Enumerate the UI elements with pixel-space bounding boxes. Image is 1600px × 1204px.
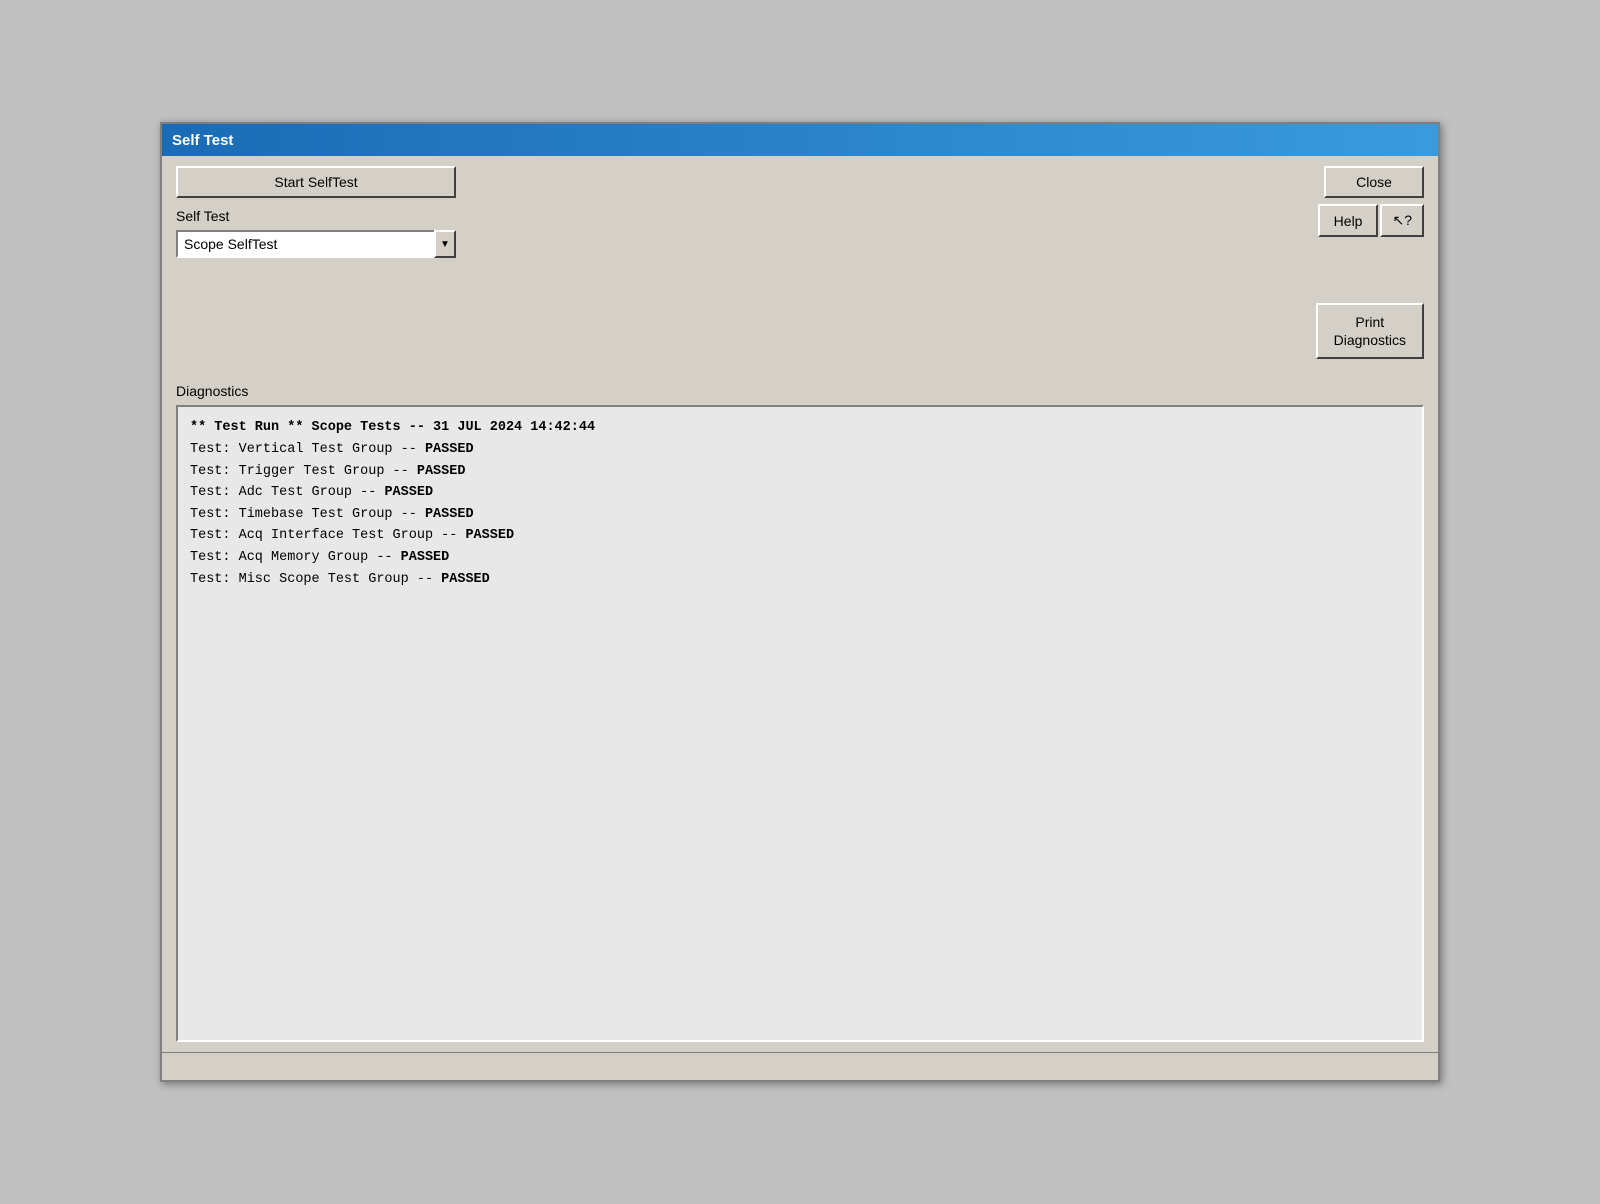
title-bar: Self Test (162, 124, 1438, 156)
help-row: Help ↖? (1318, 204, 1424, 237)
passed-badge: PASSED (425, 507, 474, 522)
diagnostics-line: Test: Trigger Test Group -- PASSED (190, 461, 1410, 483)
diagnostics-label: Diagnostics (176, 383, 1424, 399)
diagnostics-line: Test: Vertical Test Group -- PASSED (190, 439, 1410, 461)
start-selftest-button[interactable]: Start SelfTest (176, 166, 456, 198)
print-diagnostics-button[interactable]: PrintDiagnostics (1316, 303, 1424, 359)
diagnostics-line: ** Test Run ** Scope Tests -- 31 JUL 202… (190, 417, 1410, 439)
dropdown-arrow-icon[interactable]: ▼ (434, 230, 456, 258)
help-button[interactable]: Help (1318, 204, 1379, 237)
context-help-button[interactable]: ↖? (1380, 204, 1424, 237)
status-bar (162, 1052, 1438, 1080)
diagnostics-line: Test: Acq Memory Group -- PASSED (190, 547, 1410, 569)
passed-badge: PASSED (401, 550, 450, 565)
diagnostics-line: Test: Timebase Test Group -- PASSED (190, 504, 1410, 526)
diagnostics-line: Test: Acq Interface Test Group -- PASSED (190, 525, 1410, 547)
content-area: Start SelfTest Self Test Scope SelfTest … (162, 156, 1438, 1052)
self-test-window: Self Test Start SelfTest Self Test Scope… (160, 122, 1440, 1082)
window-title: Self Test (172, 132, 233, 149)
self-test-dropdown-wrapper: Scope SelfTest ▼ (176, 230, 456, 258)
diagnostics-output[interactable]: ** Test Run ** Scope Tests -- 31 JUL 202… (176, 405, 1424, 1042)
passed-badge: PASSED (425, 442, 474, 457)
diagnostics-line: Test: Adc Test Group -- PASSED (190, 482, 1410, 504)
passed-badge: PASSED (417, 464, 466, 479)
self-test-label: Self Test (176, 208, 456, 224)
context-help-icon: ↖? (1392, 212, 1412, 228)
print-diagnostics-label: PrintDiagnostics (1334, 314, 1406, 348)
diagnostics-section: Diagnostics ** Test Run ** Scope Tests -… (176, 383, 1424, 1042)
top-right-panel: Close Help ↖? PrintDiagnostics (1316, 166, 1424, 359)
top-row: Start SelfTest Self Test Scope SelfTest … (176, 166, 1424, 359)
passed-badge: PASSED (465, 528, 514, 543)
close-button[interactable]: Close (1324, 166, 1424, 198)
top-left-panel: Start SelfTest Self Test Scope SelfTest … (176, 166, 456, 258)
passed-badge: PASSED (384, 485, 433, 500)
passed-badge: PASSED (441, 572, 490, 587)
diagnostics-line: Test: Misc Scope Test Group -- PASSED (190, 569, 1410, 591)
self-test-dropdown[interactable]: Scope SelfTest (176, 230, 456, 258)
